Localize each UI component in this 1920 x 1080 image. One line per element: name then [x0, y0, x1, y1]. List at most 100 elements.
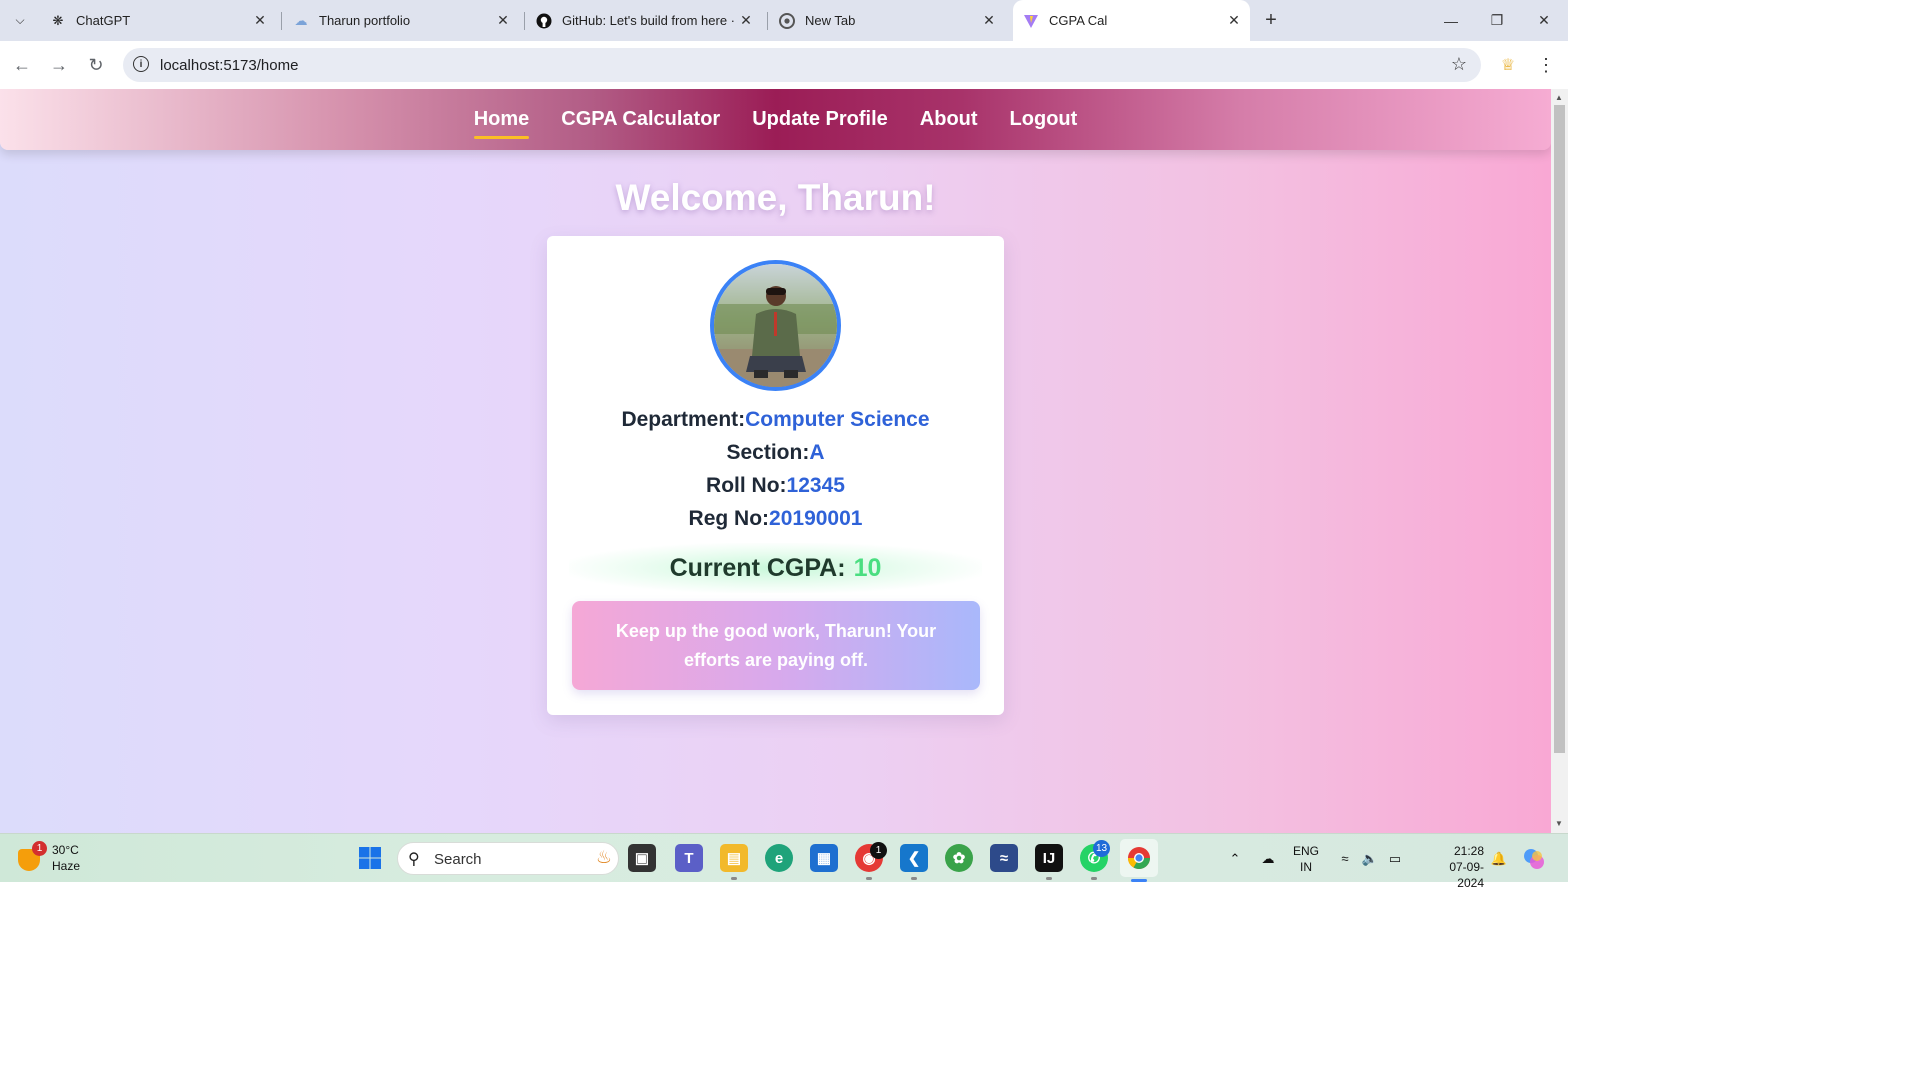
wifi-icon[interactable]: ≈	[1334, 834, 1356, 883]
tab-title: CGPA Cal	[1049, 13, 1108, 28]
task-view-icon[interactable]: ▣	[628, 844, 656, 872]
running-indicator	[731, 877, 737, 880]
weather-widget[interactable]: 1 30°C Haze	[18, 841, 88, 876]
spring-tool-icon[interactable]: ✿	[945, 844, 973, 872]
tab-github[interactable]: GitHub: Let's build from here · G ✕	[526, 0, 762, 41]
close-icon[interactable]: ✕	[979, 12, 999, 29]
section-value: A	[809, 441, 825, 464]
windows-start-icon[interactable]	[356, 844, 384, 872]
vscode-icon[interactable]: ❮	[900, 844, 928, 872]
site-info-icon[interactable]: i	[133, 56, 149, 72]
nav-update-profile[interactable]: Update Profile	[736, 89, 904, 150]
weather-condition: Haze	[52, 859, 81, 873]
github-icon	[536, 13, 552, 29]
new-tab-plus-icon[interactable]: +	[1259, 8, 1283, 32]
reg-label: Reg No:	[688, 507, 770, 530]
section-row: Section:A	[547, 441, 1004, 465]
notification-bell-icon[interactable]: 🔔	[1488, 834, 1510, 883]
intellij-icon[interactable]: IJ	[1035, 844, 1063, 872]
clock-date: 07-09-2024	[1449, 860, 1484, 890]
window-close-icon[interactable]: ✕	[1521, 0, 1567, 41]
nav-cgpa-calculator[interactable]: CGPA Calculator	[545, 89, 736, 150]
department-value: Computer Science	[745, 408, 930, 431]
reg-row: Reg No:20190001	[547, 507, 1004, 531]
profile-card: Department:Computer Science Section:A Ro…	[547, 236, 1004, 715]
address-bar[interactable]: i localhost:5173/home ☆	[123, 48, 1481, 82]
onedrive-icon[interactable]: ☁	[1256, 834, 1280, 883]
reload-icon[interactable]: ↻	[84, 53, 108, 77]
search-highlight-icon: ♨	[595, 847, 612, 867]
teams-icon[interactable]: T	[675, 844, 703, 872]
browser-toolbar: ← → ↻ i localhost:5173/home ☆ ♕ ⋮	[0, 41, 1568, 89]
tab-search-chevron-icon[interactable]: ⌵	[8, 8, 32, 32]
minimize-icon[interactable]: —	[1428, 0, 1474, 41]
windows-taskbar: 1 30°C Haze ⚲ Search ♨ ▣ T ▤ e ▦ ◉ 1 ❮ ✿…	[0, 833, 1568, 890]
nav-home[interactable]: Home	[458, 89, 546, 150]
chrome-icon	[779, 12, 795, 29]
cgpa-value: 10	[853, 553, 882, 582]
close-icon[interactable]: ✕	[736, 12, 756, 29]
search-placeholder: Search	[434, 851, 482, 868]
tab-separator	[524, 12, 525, 30]
restore-icon[interactable]: ❐	[1474, 0, 1520, 41]
weather-badge: 1	[32, 841, 47, 856]
browser-tab-strip: ⌵ ❋ ChatGPT ✕ ☁ Tharun portfolio ✕ GitHu…	[0, 0, 1568, 41]
tab-title: ChatGPT	[76, 13, 131, 28]
scroll-up-icon[interactable]: ▲	[1555, 93, 1563, 102]
tray-overflow-chevron-icon[interactable]: ⌃	[1224, 834, 1246, 883]
running-indicator	[1046, 877, 1052, 880]
scroll-thumb[interactable]	[1554, 105, 1565, 753]
chatgpt-icon: ❋	[52, 12, 64, 28]
tab-new-tab[interactable]: New Tab ✕	[769, 0, 1005, 41]
close-icon[interactable]: ✕	[1224, 12, 1244, 29]
back-arrow-icon[interactable]: ←	[10, 53, 34, 77]
system-clock[interactable]: 21:28 07-09-2024	[1432, 843, 1484, 891]
forward-arrow-icon[interactable]: →	[47, 53, 71, 77]
file-explorer-icon[interactable]: ▤	[720, 844, 748, 872]
tab-separator	[767, 12, 768, 30]
nav-logout[interactable]: Logout	[994, 89, 1094, 150]
page-scrollbar[interactable]: ▲ ▼	[1551, 89, 1568, 833]
copilot-icon[interactable]	[1520, 834, 1548, 883]
vite-icon	[1023, 13, 1039, 29]
taskbar-search[interactable]: ⚲ Search ♨	[397, 842, 619, 875]
bookmark-star-icon[interactable]: ☆	[1451, 54, 1467, 75]
edge-icon[interactable]: e	[765, 844, 793, 872]
close-icon[interactable]: ✕	[493, 12, 513, 29]
running-indicator	[866, 877, 872, 880]
tab-chatgpt[interactable]: ❋ ChatGPT ✕	[40, 0, 276, 41]
roll-value: 12345	[786, 474, 845, 497]
running-indicator	[911, 877, 917, 880]
portfolio-icon: ☁	[294, 12, 308, 28]
clock-time: 21:28	[1453, 844, 1484, 858]
lang-region: IN	[1300, 860, 1312, 874]
mysql-workbench-icon[interactable]: ≈	[990, 844, 1018, 872]
search-icon: ⚲	[408, 851, 420, 868]
profile-avatar	[710, 260, 841, 391]
page-viewport: Home CGPA Calculator Update Profile Abou…	[0, 89, 1551, 833]
scroll-down-icon[interactable]: ▼	[1555, 819, 1563, 828]
battery-icon[interactable]: ▭	[1384, 834, 1406, 883]
nav-about[interactable]: About	[904, 89, 994, 150]
extension-icon[interactable]: ♕	[1497, 54, 1519, 76]
tab-title: New Tab	[805, 13, 856, 28]
cgpa-label: Current CGPA:	[669, 553, 846, 582]
more-menu-icon[interactable]: ⋮	[1536, 53, 1556, 77]
section-label: Section:	[726, 441, 810, 464]
close-icon[interactable]: ✕	[250, 12, 270, 29]
tab-tharun-portfolio[interactable]: ☁ Tharun portfolio ✕	[283, 0, 519, 41]
department-row: Department:Computer Science	[547, 408, 1004, 432]
tab-cgpa-cal[interactable]: CGPA Cal ✕	[1013, 0, 1250, 41]
weather-temp: 30°C	[52, 843, 79, 857]
chrome-active-taskbar-icon[interactable]	[1120, 839, 1158, 877]
lang-code: ENG	[1293, 844, 1320, 858]
motivation-message: Keep up the good work, Tharun! Your effo…	[572, 601, 980, 690]
url-text[interactable]: localhost:5173/home	[160, 57, 298, 74]
welcome-heading: Welcome, Tharun!	[615, 177, 936, 218]
tab-title: GitHub: Let's build from here · G	[562, 13, 736, 28]
language-indicator[interactable]: ENG IN	[1293, 843, 1319, 875]
top-navbar: Home CGPA Calculator Update Profile Abou…	[0, 89, 1551, 150]
store-icon[interactable]: ▦	[810, 844, 838, 872]
department-label: Department:	[621, 408, 746, 431]
volume-icon[interactable]: 🔈	[1359, 834, 1381, 883]
